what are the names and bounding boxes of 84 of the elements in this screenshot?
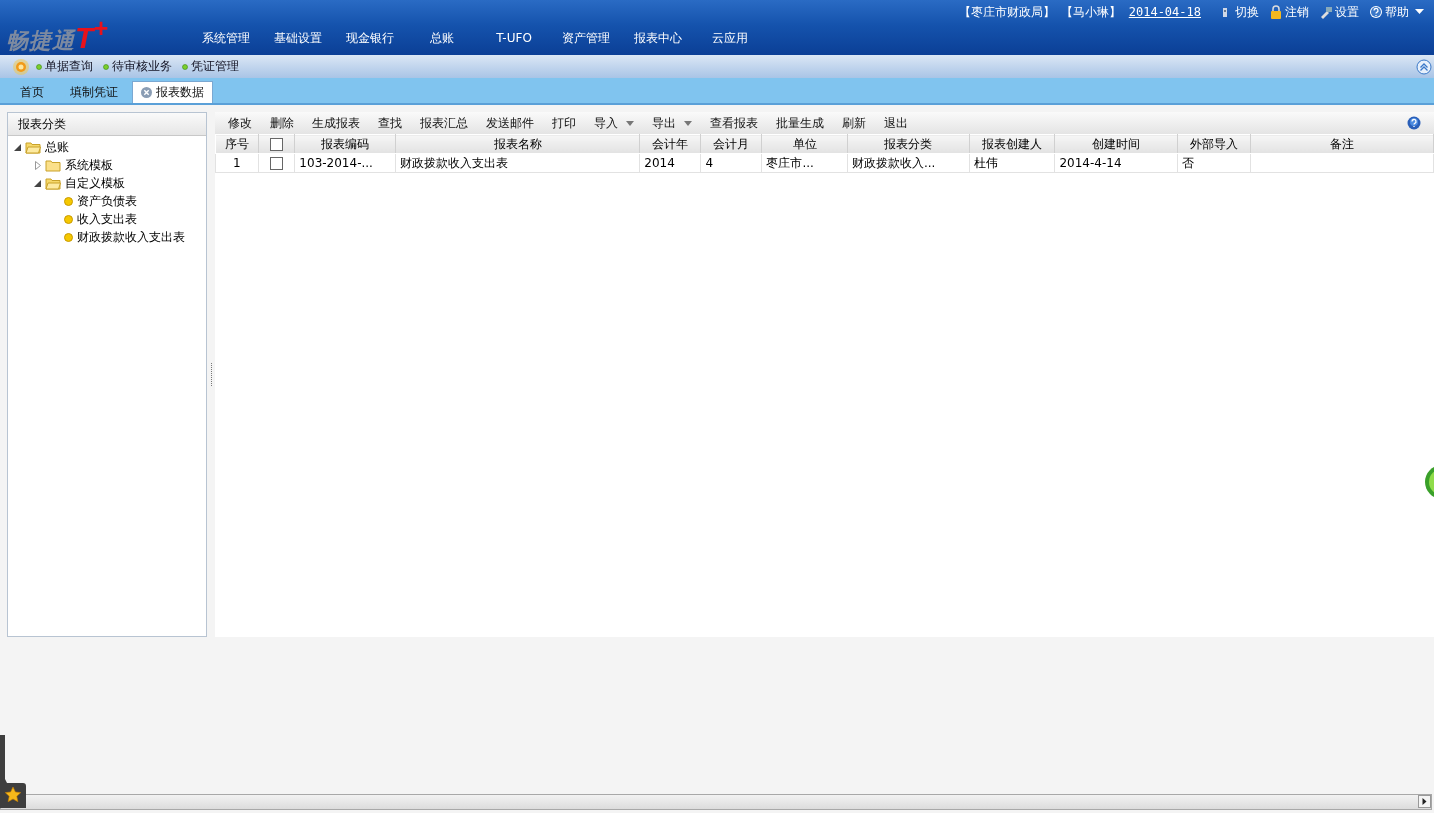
- bullet-icon: [64, 232, 73, 242]
- caret-icon: [626, 120, 634, 126]
- dot-icon: [182, 63, 188, 70]
- expanded-arrow-icon[interactable]: [34, 179, 41, 187]
- table-cell: 财政拨款收入支出表: [400, 155, 509, 170]
- toolbar-button[interactable]: 批量生成: [767, 113, 833, 133]
- sun-icon: [12, 57, 30, 76]
- table-cell: 103-2014-...: [299, 156, 373, 170]
- scroll-right-icon[interactable]: [1418, 795, 1431, 808]
- toolbar-button[interactable]: 生成报表: [303, 113, 369, 133]
- nav-menu-item[interactable]: 现金银行: [334, 29, 406, 47]
- caret-icon[interactable]: [1415, 9, 1424, 15]
- header-action[interactable]: 切换: [1219, 3, 1259, 21]
- toolbar-button[interactable]: 导出: [643, 113, 701, 133]
- splitter-handle-icon[interactable]: [209, 362, 213, 387]
- toolbar-button[interactable]: 修改: [219, 113, 261, 133]
- nav-menu-item[interactable]: 资产管理: [550, 29, 622, 47]
- toolbar-button[interactable]: 删除: [261, 113, 303, 133]
- org-name: 【枣庄市财政局】: [958, 3, 1055, 21]
- tree-item[interactable]: 收入支出表: [76, 210, 138, 228]
- quick-link[interactable]: 待审核业务: [103, 58, 172, 75]
- header-action[interactable]: 帮助: [1369, 3, 1409, 21]
- tab[interactable]: 报表数据: [132, 81, 213, 103]
- column-header[interactable]: 报表名称: [493, 136, 542, 151]
- table-cell: 4: [705, 156, 713, 170]
- toolbar-button[interactable]: 退出: [875, 113, 917, 133]
- expanded-arrow-icon[interactable]: [14, 143, 21, 151]
- nav-menu-item[interactable]: 基础设置: [262, 29, 334, 47]
- dot-icon: [36, 63, 42, 70]
- open-folder-icon: [45, 176, 61, 190]
- table-cell: 2014: [644, 156, 675, 170]
- collapse-icon[interactable]: [1416, 58, 1432, 75]
- user-name: 【马小琳】: [1060, 3, 1121, 21]
- tree-item[interactable]: 自定义模板: [64, 174, 126, 192]
- logo-mark: T$^{+}$: [75, 14, 108, 55]
- tree-item[interactable]: 资产负债表: [76, 192, 138, 210]
- toolbar-button[interactable]: 刷新: [833, 113, 875, 133]
- table-cell: 否: [1181, 155, 1194, 170]
- close-icon[interactable]: [141, 87, 152, 98]
- nav-menu-item[interactable]: 云应用: [694, 29, 766, 47]
- table-cell: 2014-4-14: [1059, 156, 1122, 170]
- bullet-icon: [64, 196, 73, 206]
- toolbar-button[interactable]: 导入: [585, 113, 643, 133]
- toolbar-button[interactable]: 打印: [543, 113, 585, 133]
- date-link[interactable]: 2014-04-18: [1128, 5, 1201, 19]
- panel-title: 报表分类: [18, 115, 66, 133]
- table-cell: 枣庄市...: [766, 155, 814, 170]
- nav-menu-item[interactable]: 系统管理: [190, 29, 262, 47]
- tab[interactable]: 首页: [8, 82, 56, 103]
- header-action[interactable]: 设置: [1319, 3, 1359, 21]
- table-cell: 财政拨款收入...: [851, 155, 936, 170]
- help-icon: [1369, 5, 1383, 19]
- lock-icon: [1269, 5, 1283, 19]
- table-cell: 1: [233, 156, 241, 170]
- caret-icon: [684, 120, 692, 126]
- tree-item[interactable]: 财政拨款收入支出表: [76, 228, 186, 246]
- column-header[interactable]: 备注: [1329, 136, 1354, 151]
- table-cell: 杜伟: [974, 155, 998, 170]
- tree-item[interactable]: 总账: [44, 138, 70, 156]
- star-button-icon[interactable]: [0, 735, 26, 809]
- select-all-checkbox[interactable]: [270, 137, 284, 151]
- toolbar-button[interactable]: 发送邮件: [477, 113, 543, 133]
- nav-menu-item[interactable]: 总账: [406, 29, 478, 47]
- tools-icon: [1319, 5, 1333, 19]
- quick-link[interactable]: 凭证管理: [182, 58, 239, 75]
- dot-icon: [103, 63, 109, 70]
- tree-item[interactable]: 系统模板: [64, 156, 114, 174]
- nav-menu-item[interactable]: T-UFO: [478, 31, 550, 45]
- open-folder-icon: [25, 140, 41, 154]
- toolbar-button[interactable]: 报表汇总: [411, 113, 477, 133]
- help-icon[interactable]: [1407, 116, 1421, 130]
- horizontal-scrollbar[interactable]: [0, 794, 1432, 810]
- tab[interactable]: 填制凭证: [58, 82, 130, 103]
- toolbar-button[interactable]: 查看报表: [701, 113, 767, 133]
- toolbar-button[interactable]: 查找: [369, 113, 411, 133]
- row-checkbox[interactable]: [270, 156, 284, 170]
- bullet-icon: [64, 214, 73, 224]
- header-action[interactable]: 注销: [1269, 3, 1309, 21]
- folder-icon: [45, 158, 61, 172]
- logo-text: 畅捷通: [6, 27, 75, 55]
- quick-link[interactable]: 单据查询: [36, 58, 93, 75]
- collapsed-arrow-icon[interactable]: [34, 160, 41, 170]
- nav-menu-item[interactable]: 报表中心: [622, 29, 694, 47]
- side-handle-icon[interactable]: [1425, 465, 1434, 499]
